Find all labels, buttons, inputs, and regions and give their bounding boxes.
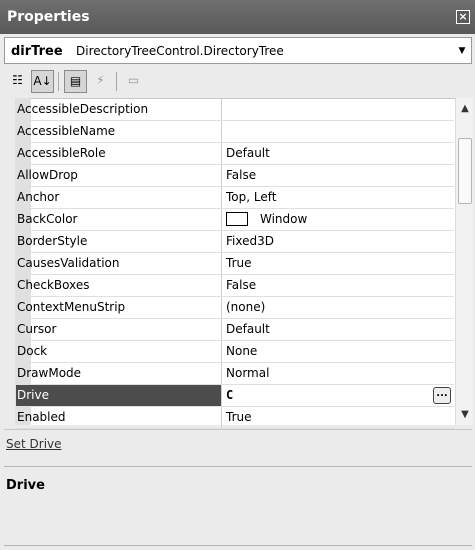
property-name[interactable]: CausesValidation bbox=[16, 253, 222, 274]
property-name[interactable]: Drive bbox=[16, 385, 222, 406]
property-value[interactable]: True bbox=[226, 253, 454, 274]
categorized-icon[interactable]: ☷ bbox=[6, 70, 29, 93]
property-name[interactable]: Enabled bbox=[16, 407, 222, 428]
close-icon[interactable]: × bbox=[456, 10, 470, 24]
property-value[interactable]: Normal bbox=[226, 363, 454, 384]
scroll-up-icon[interactable]: ▲ bbox=[457, 100, 473, 117]
property-name[interactable]: BackColor bbox=[16, 209, 222, 230]
object-selector-dropdown[interactable]: dirTree DirectoryTreeControl.DirectoryTr… bbox=[4, 37, 472, 64]
property-name[interactable]: DrawMode bbox=[16, 363, 222, 384]
property-value[interactable]: Top, Left bbox=[226, 187, 454, 208]
property-value[interactable]: (none) bbox=[226, 297, 454, 318]
property-pages-icon[interactable]: ▭ bbox=[122, 70, 145, 93]
property-value[interactable] bbox=[226, 99, 454, 120]
property-row[interactable]: BorderStyle Fixed3D bbox=[16, 231, 454, 253]
property-value[interactable]: C bbox=[226, 385, 454, 406]
scrollbar-thumb[interactable] bbox=[458, 138, 472, 204]
commands-pane: Set Drive bbox=[4, 429, 472, 459]
property-row[interactable]: CheckBoxes False bbox=[16, 275, 454, 297]
object-name: dirTree bbox=[11, 44, 63, 59]
property-name[interactable]: AccessibleName bbox=[16, 121, 222, 142]
property-name[interactable]: AccessibleDescription bbox=[16, 99, 222, 120]
color-swatch bbox=[226, 212, 248, 226]
properties-toolbar: ☷ A↓ ▤ ⚡ ▭ bbox=[4, 68, 472, 96]
description-pane: Drive bbox=[4, 466, 472, 546]
property-name[interactable]: AllowDrop bbox=[16, 165, 222, 186]
property-name[interactable]: AccessibleRole bbox=[16, 143, 222, 164]
property-row[interactable]: Cursor Default bbox=[16, 319, 454, 341]
property-value[interactable]: Default bbox=[226, 319, 454, 340]
property-value[interactable] bbox=[226, 121, 454, 142]
property-value[interactable]: True bbox=[226, 407, 454, 428]
property-row[interactable]: ContextMenuStrip (none) bbox=[16, 297, 454, 319]
property-name[interactable]: CheckBoxes bbox=[16, 275, 222, 296]
window-title: Properties bbox=[7, 9, 90, 25]
properties-icon[interactable]: ▤ bbox=[64, 70, 87, 93]
property-row[interactable]: Enabled True bbox=[16, 407, 454, 429]
property-value[interactable]: False bbox=[226, 165, 454, 186]
property-row[interactable]: AllowDrop False bbox=[16, 165, 454, 187]
vertical-scrollbar[interactable]: ▲ ▼ bbox=[455, 98, 473, 425]
alphabetical-icon[interactable]: A↓ bbox=[31, 70, 54, 93]
property-value[interactable]: False bbox=[226, 275, 454, 296]
property-row[interactable]: Dock None bbox=[16, 341, 454, 363]
property-row[interactable]: AccessibleDescription bbox=[16, 99, 454, 121]
property-row[interactable]: BackColor Window bbox=[16, 209, 454, 231]
property-row[interactable]: AccessibleName bbox=[16, 121, 454, 143]
events-icon[interactable]: ⚡ bbox=[89, 70, 112, 93]
ellipsis-button[interactable]: ... bbox=[433, 387, 451, 404]
property-row[interactable]: CausesValidation True bbox=[16, 253, 454, 275]
chevron-down-icon[interactable]: ▼ bbox=[455, 41, 469, 61]
property-name[interactable]: Dock bbox=[16, 341, 222, 362]
property-row[interactable]: AccessibleRole Default bbox=[16, 143, 454, 165]
property-value[interactable]: Window bbox=[226, 209, 454, 230]
object-type: DirectoryTreeControl.DirectoryTree bbox=[76, 44, 284, 58]
toolbar-separator bbox=[58, 72, 59, 91]
property-value[interactable]: Fixed3D bbox=[226, 231, 454, 252]
property-row[interactable]: Anchor Top, Left bbox=[16, 187, 454, 209]
set-drive-link[interactable]: Set Drive bbox=[6, 437, 62, 451]
toolbar-separator bbox=[116, 72, 117, 91]
property-name[interactable]: Cursor bbox=[16, 319, 222, 340]
property-value[interactable]: None bbox=[226, 341, 454, 362]
property-value-text: Window bbox=[260, 212, 308, 226]
property-row[interactable]: Drive C... bbox=[16, 385, 454, 407]
property-value[interactable]: Default bbox=[226, 143, 454, 164]
properties-title-bar: Properties × bbox=[0, 0, 475, 34]
property-row[interactable]: DrawMode Normal bbox=[16, 363, 454, 385]
property-name[interactable]: ContextMenuStrip bbox=[16, 297, 222, 318]
property-name[interactable]: BorderStyle bbox=[16, 231, 222, 252]
description-title: Drive bbox=[6, 478, 45, 493]
property-name[interactable]: Anchor bbox=[16, 187, 222, 208]
scroll-down-icon[interactable]: ▼ bbox=[457, 406, 473, 423]
